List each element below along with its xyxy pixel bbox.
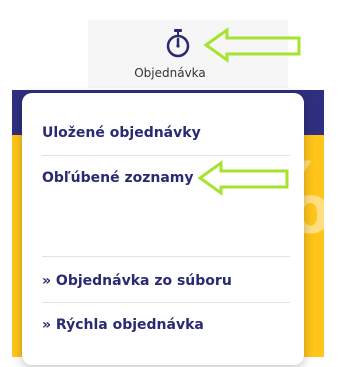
stopwatch-icon[interactable] [165, 28, 191, 58]
menu-item-order-from-file[interactable]: » Objednávka zo súboru [42, 273, 290, 289]
tab-label-objednavka[interactable]: Objednávka [0, 66, 340, 80]
menu-item-saved-orders[interactable]: Uložené objednávky [42, 125, 290, 141]
left-arrow-icon [197, 160, 289, 196]
menu-divider [42, 155, 290, 156]
menu-divider [42, 302, 290, 303]
menu-item-quick-order[interactable]: » Rýchla objednávka [42, 317, 290, 333]
order-dropdown-menu: Uložené objednávky Obľúbené zoznamy » Ob… [22, 93, 304, 365]
left-arrow-icon [203, 27, 301, 63]
menu-divider [42, 256, 290, 257]
